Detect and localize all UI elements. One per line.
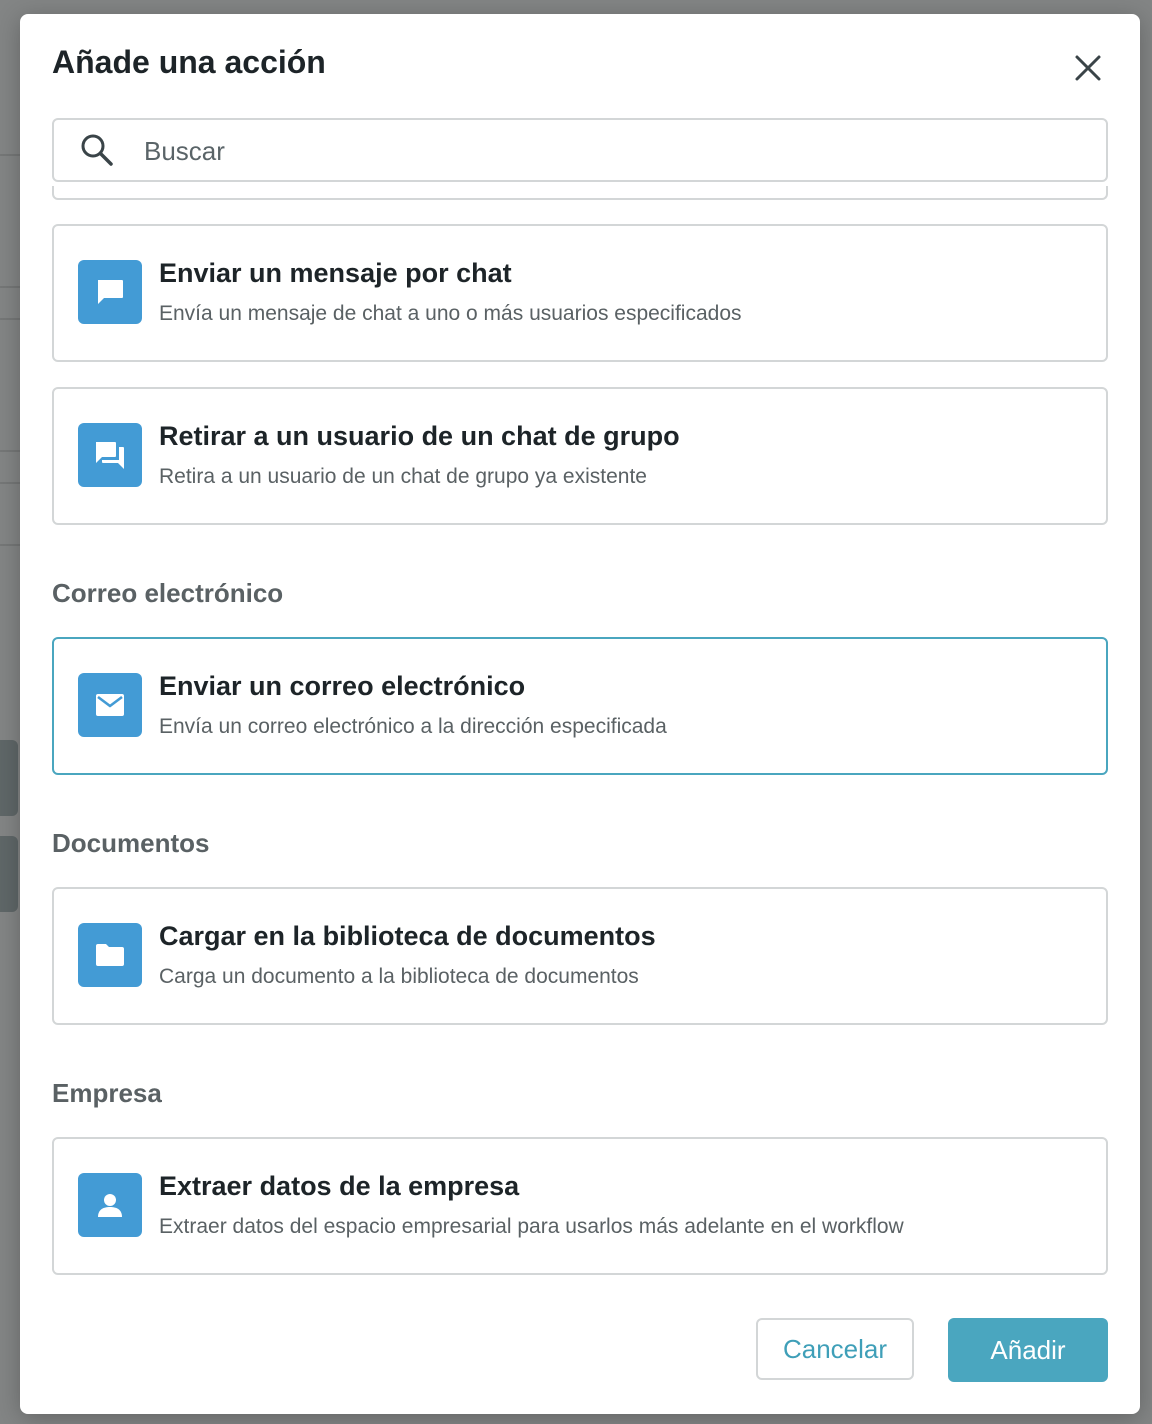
envelope-icon: [96, 694, 124, 716]
search-box[interactable]: [52, 118, 1108, 182]
action-title: Extraer datos de la empresa: [159, 1171, 520, 1201]
background-button: [0, 836, 18, 912]
action-description: Carga un documento a la biblioteca de do…: [159, 965, 639, 988]
folder-icon: [96, 944, 124, 966]
action-card-send-chat-message[interactable]: Enviar un mensaje por chat Envía un mens…: [52, 224, 1108, 362]
background-divider: [0, 154, 20, 156]
chat-bubble-icon: [98, 280, 123, 304]
action-card-remove-user-group-chat[interactable]: Retirar a un usuario de un chat de grupo…: [52, 387, 1108, 525]
action-card-send-email[interactable]: Enviar un correo electrónico Envía un co…: [52, 637, 1108, 775]
background-text-fragment: [0, 88, 20, 116]
action-card-extract-company-data[interactable]: Extraer datos de la empresa Extraer dato…: [52, 1137, 1108, 1275]
action-icon-tile: [78, 260, 142, 324]
search-icon: [81, 134, 113, 166]
action-icon-tile: [78, 1173, 142, 1237]
action-description: Extraer datos del espacio empresarial pa…: [159, 1215, 904, 1238]
action-description: Envía un mensaje de chat a uno o más usu…: [159, 302, 742, 325]
action-description: Retira a un usuario de un chat de grupo …: [159, 465, 647, 488]
search-input[interactable]: [142, 128, 1086, 174]
close-icon: [1075, 55, 1101, 81]
section-heading-company: Empresa: [52, 1078, 162, 1108]
background-divider: [0, 482, 20, 484]
action-icon-tile: [78, 923, 142, 987]
action-icon-tile: [78, 673, 142, 737]
group-chat-icon: [96, 442, 124, 469]
person-icon: [98, 1194, 122, 1217]
action-title: Enviar un mensaje por chat: [159, 258, 512, 288]
action-title: Enviar un correo electrónico: [159, 671, 526, 701]
background-divider: [0, 286, 20, 288]
action-icon-tile: [78, 423, 142, 487]
action-card-upload-document-library[interactable]: Cargar en la biblioteca de documentos Ca…: [52, 887, 1108, 1025]
add-button[interactable]: Añadir: [948, 1318, 1108, 1382]
partial-card-above: [52, 186, 1108, 200]
modal-title: Añade una acción: [52, 44, 326, 80]
action-title: Cargar en la biblioteca de documentos: [159, 921, 656, 951]
section-heading-documents: Documentos: [52, 828, 210, 858]
background-divider: [0, 450, 20, 452]
add-action-modal: Añade una acción Enviar un mensaje por c…: [20, 14, 1140, 1414]
action-description: Envía un correo electrónico a la direcci…: [159, 715, 667, 738]
cancel-button[interactable]: Cancelar: [756, 1318, 914, 1380]
action-title: Retirar a un usuario de un chat de grupo: [159, 421, 680, 451]
section-heading-email: Correo electrónico: [52, 578, 284, 608]
background-divider: [0, 318, 20, 320]
background-divider: [0, 544, 20, 546]
close-button[interactable]: [1070, 50, 1106, 86]
background-button: [0, 740, 18, 816]
